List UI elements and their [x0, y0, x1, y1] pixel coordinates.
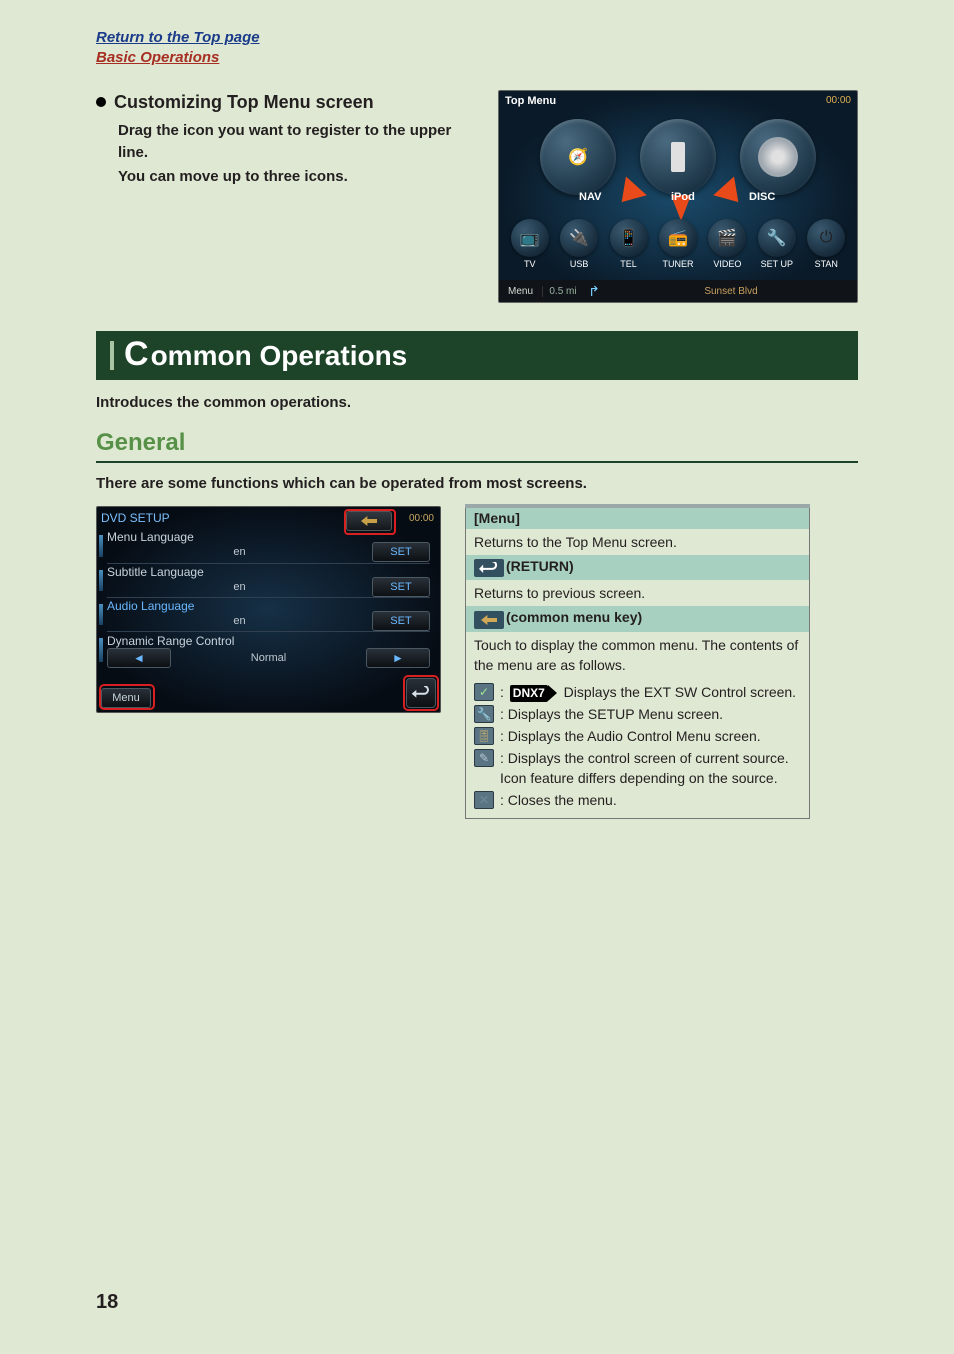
nav-distance: 0.5 mi	[543, 286, 583, 297]
common-menu-list: ✓ : DNX7 Displays the EXT SW Control scr…	[466, 678, 809, 818]
turn-icon: ↱	[583, 283, 605, 300]
label-disc: DISC	[749, 191, 775, 203]
dvd-setup-screenshot: DVD SETUP 00:00 Menu Language en SET	[96, 506, 441, 713]
item-audio-text: : Displays the Audio Control Menu screen…	[500, 726, 761, 746]
item-video: 🎬VIDEO	[703, 219, 752, 269]
value-menu-language: en	[107, 546, 372, 558]
breadcrumbs: Return to the Top page Basic Operations	[96, 28, 858, 68]
return-body: Returns to previous screen.	[466, 580, 809, 606]
row-audio-language: Audio Language en SET	[107, 597, 430, 631]
return-icon	[474, 559, 504, 577]
link-return-top[interactable]: Return to the Top page	[96, 28, 260, 48]
callout-return	[403, 675, 439, 711]
common-menu-key-icon	[474, 611, 504, 629]
customize-heading: Customizing Top Menu screen	[96, 90, 476, 114]
set-button-2: SET	[372, 577, 430, 597]
nav-bar: Menu 0.5 mi ↱ Sunset Blvd	[499, 280, 857, 302]
setup-icon: 🔧	[474, 705, 494, 723]
item-setup: 🔧SET UP	[752, 219, 801, 269]
ext-sw-icon: ✓	[474, 683, 494, 701]
menu-body: Returns to the Top Menu screen.	[466, 529, 809, 555]
row-bar	[99, 570, 103, 591]
dvd-clock: 00:00	[409, 513, 434, 524]
common-key-label: (common menu key)	[506, 609, 642, 625]
value-dynamic-range: Normal	[177, 652, 360, 664]
item-audio: 🎚 : Displays the Audio Control Menu scre…	[474, 726, 801, 746]
item-close: ✕ : Closes the menu.	[474, 790, 801, 810]
intro-text: Introduces the common operations.	[96, 394, 858, 411]
disc-icon	[740, 119, 816, 195]
label-ipod: iPod	[671, 191, 695, 203]
h1-rest: ommon Operations	[151, 340, 408, 372]
link-basic-operations[interactable]: Basic Operations	[96, 48, 219, 68]
bullet-icon	[96, 97, 106, 107]
ipod-icon	[640, 119, 716, 195]
item-usb: 🔌USB	[554, 219, 603, 269]
label-dynamic-range: Dynamic Range Control	[107, 634, 430, 648]
label-nav: NAV	[579, 191, 601, 203]
row-bar	[99, 604, 103, 625]
close-icon: ✕	[474, 791, 494, 809]
item-tel: 📱TEL	[604, 219, 653, 269]
set-button-1: SET	[372, 542, 430, 562]
audio-icon: 🎚	[474, 727, 494, 745]
row-bar	[99, 638, 103, 662]
return-header: (RETURN)	[466, 555, 809, 580]
set-button-3: SET	[372, 611, 430, 631]
item-source: ✎ : Displays the control screen of curre…	[474, 748, 801, 788]
item-tv: 📺TV	[505, 219, 554, 269]
row-menu-language: Menu Language en SET	[107, 529, 430, 563]
nav-icon: 🧭	[540, 119, 616, 195]
item-setup-text: : Displays the SETUP Menu screen.	[500, 704, 723, 724]
dvd-list: Menu Language en SET Subtitle Language e…	[107, 529, 430, 668]
value-subtitle-language: en	[107, 581, 372, 593]
general-description: There are some functions which can be op…	[96, 475, 858, 492]
subsection-general: General	[96, 429, 858, 463]
customize-line1: Drag the icon you want to register to th…	[118, 120, 476, 164]
value-audio-language: en	[107, 615, 372, 627]
nav-menu-button: Menu	[499, 286, 543, 297]
top-menu-clock: 00:00	[826, 95, 851, 106]
customize-heading-text: Customizing Top Menu screen	[114, 92, 374, 112]
description-panel: [Menu] Returns to the Top Menu screen. (…	[465, 506, 810, 819]
dnx7-badge: DNX7	[510, 685, 548, 702]
source-icon: ✎	[474, 749, 494, 767]
menu-header: [Menu]	[466, 507, 809, 529]
page-number: 18	[96, 1291, 118, 1314]
callout-menu	[99, 684, 155, 710]
item-ext-sw-text: : DNX7 Displays the EXT SW Control scree…	[500, 682, 796, 702]
top-menu-screenshot: Top Menu 00:00 🧭 NAV iPod DISC 📺TV 🔌USB …	[498, 90, 858, 303]
top-menu-big-row: 🧭	[499, 119, 857, 195]
general-panels: DVD SETUP 00:00 Menu Language en SET	[96, 506, 858, 819]
top-menu-title: Top Menu	[505, 95, 556, 107]
common-key-body: Touch to display the common menu. The co…	[466, 632, 809, 678]
row-dynamic-range: Dynamic Range Control ◄ Normal ►	[107, 631, 430, 668]
item-tuner: 📻TUNER	[653, 219, 702, 269]
customize-line2: You can move up to three icons.	[118, 166, 476, 188]
row-bar	[99, 535, 103, 557]
item-close-text: : Closes the menu.	[500, 790, 617, 810]
item-standby: ⏻STAN	[802, 219, 851, 269]
item-ext-sw: ✓ : DNX7 Displays the EXT SW Control scr…	[474, 682, 801, 702]
row-subtitle-language: Subtitle Language en SET	[107, 563, 430, 597]
item-source-text: : Displays the control screen of current…	[500, 748, 801, 788]
nav-street: Sunset Blvd	[605, 286, 857, 297]
h1-big-letter: C	[124, 337, 149, 371]
range-next-button: ►	[366, 648, 430, 668]
common-key-header: (common menu key)	[466, 606, 809, 632]
range-prev-button: ◄	[107, 648, 171, 668]
item-setup: 🔧 : Displays the SETUP Menu screen.	[474, 704, 801, 724]
panel-top-border	[465, 504, 810, 508]
return-label: (RETURN)	[506, 558, 574, 574]
customize-body: Drag the icon you want to register to th…	[118, 120, 476, 188]
customize-section: Customizing Top Menu screen Drag the ico…	[96, 90, 858, 303]
top-menu-small-row: 📺TV 🔌USB 📱TEL 📻TUNER 🎬VIDEO 🔧SET UP ⏻STA…	[499, 219, 857, 269]
section-title-common-operations: Common Operations	[96, 331, 858, 380]
